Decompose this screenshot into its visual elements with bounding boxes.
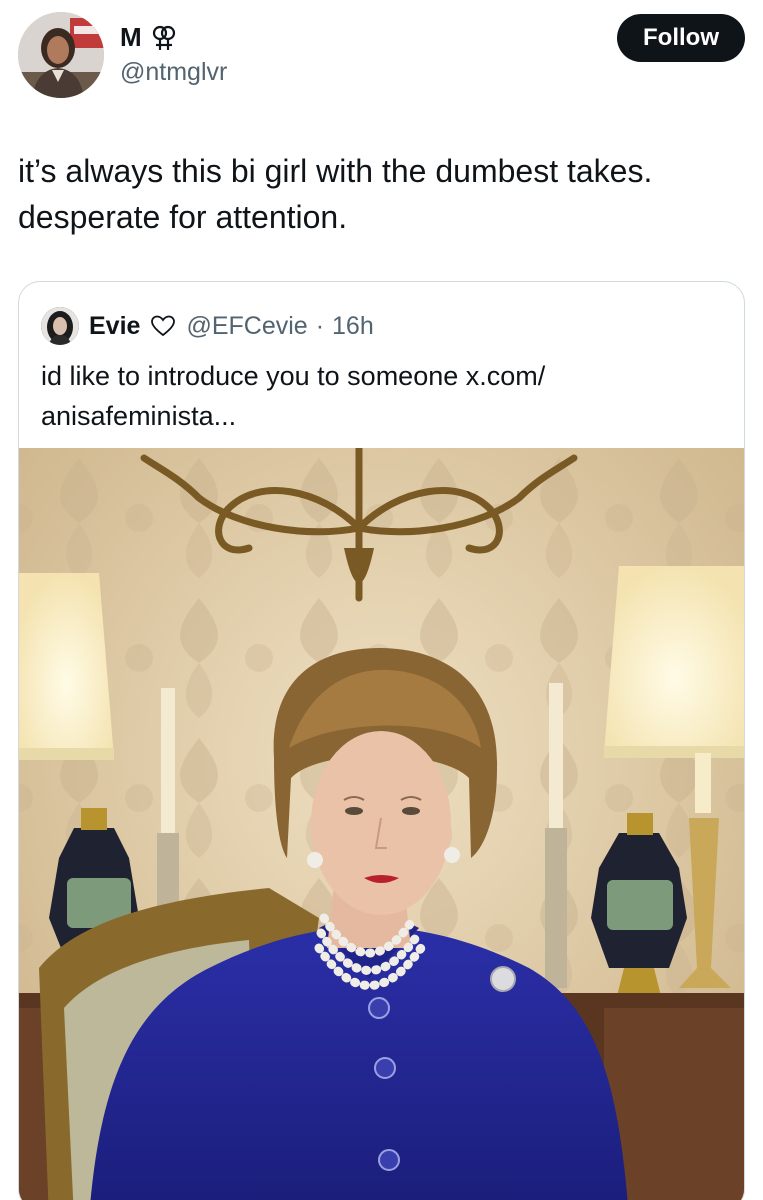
- portrait-photo-icon: [19, 448, 744, 1200]
- heart-outline-icon: [151, 315, 176, 337]
- quoted-media-photo[interactable]: [19, 448, 744, 1200]
- quoted-text-line: anisafeminista...: [41, 401, 237, 431]
- quoted-text-line: id like to introduce you to someone x.co…: [41, 361, 546, 391]
- double-venus-icon: [153, 25, 176, 50]
- quoted-tweet-text: id like to introduce you to someone x.co…: [41, 356, 721, 436]
- quoted-timestamp: 16h: [332, 311, 374, 340]
- author-handle[interactable]: @ntmglvr: [120, 58, 227, 87]
- tweet-header: M @ntmglvr Follow: [18, 12, 745, 102]
- quoted-author-avatar: [41, 307, 79, 345]
- quoted-display-name: Evie: [89, 311, 141, 340]
- quoted-tweet-card[interactable]: Evie @EFCevie · 16h id like to introduce…: [18, 281, 745, 1200]
- follow-button[interactable]: Follow: [617, 14, 745, 62]
- author-display-name[interactable]: M: [120, 22, 142, 53]
- avatar-photo-icon: [18, 12, 104, 98]
- tweet-text-line: desperate for attention.: [18, 199, 348, 235]
- tweet-text: it’s always this bi girl with the dumbes…: [18, 148, 738, 240]
- quoted-handle: @EFCevie: [186, 311, 308, 340]
- quoted-tweet-header: Evie @EFCevie · 16h: [41, 306, 374, 346]
- author-avatar[interactable]: [18, 12, 104, 98]
- tweet-text-line: it’s always this bi girl with the dumbes…: [18, 153, 653, 189]
- quoted-avatar-photo-icon: [41, 307, 79, 345]
- quoted-separator: ·: [315, 311, 325, 340]
- author-name-row: M: [120, 22, 178, 53]
